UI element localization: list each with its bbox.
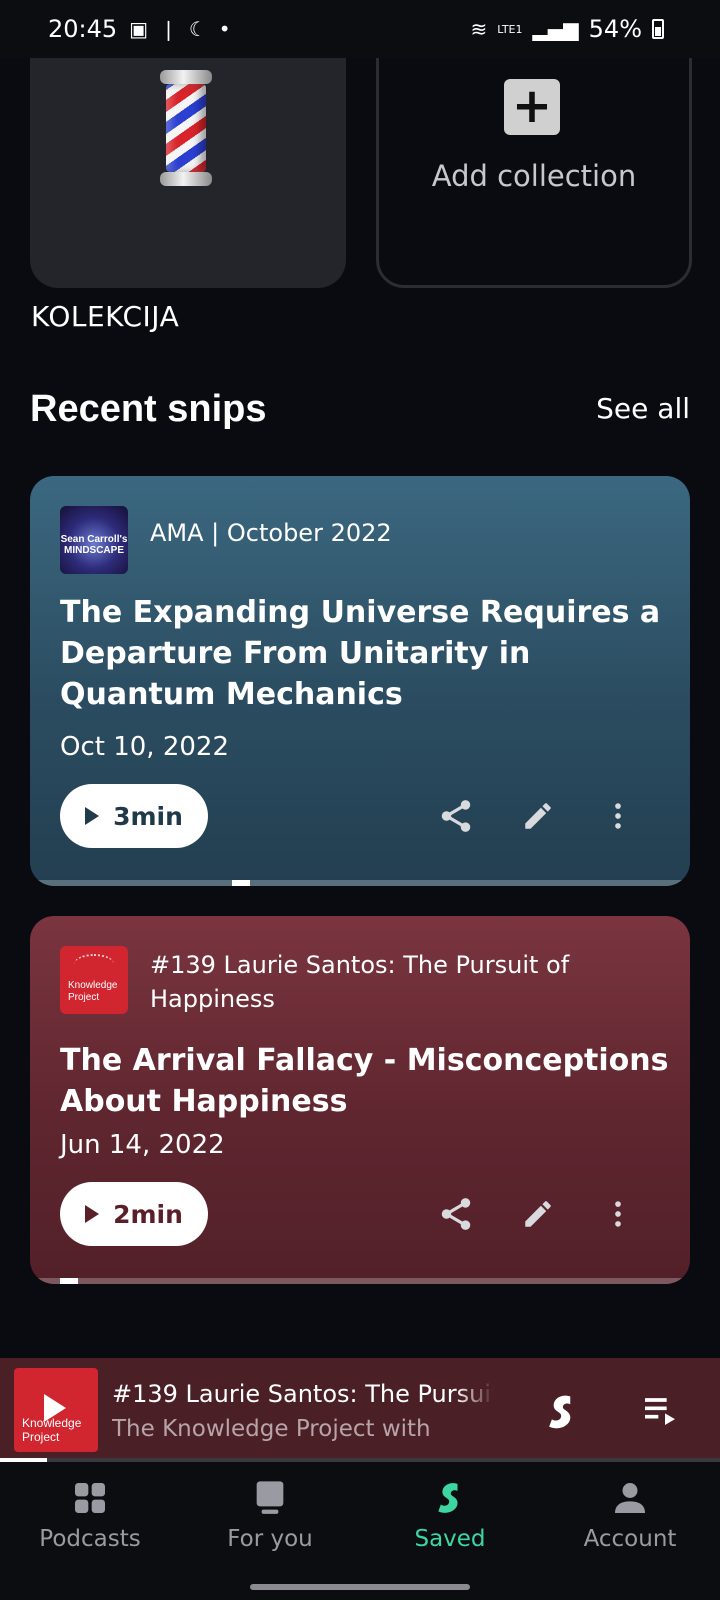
nav-podcasts[interactable]: Podcasts [0,1478,180,1552]
person-icon [615,1483,645,1513]
player-title: #139 Laurie Santos: The Pursuit of Happi… [112,1380,494,1408]
share-icon[interactable] [434,1192,478,1236]
podcast-thumbnail: Sean Carroll's MINDSCAPE [60,506,128,574]
edit-icon[interactable] [516,1192,560,1236]
more-icon[interactable] [596,794,640,838]
status-time: 20:45 [48,15,118,43]
battery-percent: 54% [588,15,642,43]
snipd-icon [438,1483,458,1513]
grid-icon [75,1483,105,1513]
nav-label: For you [227,1526,313,1552]
episode-title: #139 Laurie Santos: The Pursuit of Happi… [150,951,570,1013]
tv-icon [256,1481,284,1514]
bulb-icon: ❘ [160,17,177,41]
signal-icon: ▂▄▆ [532,17,579,41]
network-label: LTE1 [497,22,523,36]
episode-title: AMA | October 2022 [150,519,392,547]
snip-progress [30,1278,690,1284]
barber-pole-icon [158,70,214,186]
see-all-link[interactable]: See all [596,392,690,425]
more-icon[interactable] [596,1192,640,1236]
battery-icon [652,19,664,39]
player-subtitle: The Knowledge Project with [112,1416,431,1442]
wifi-icon: ≋ [470,17,488,41]
play-icon [44,1394,66,1422]
snip-icon[interactable] [540,1390,584,1434]
snip-duration: 2min [113,1199,183,1229]
snip-duration: 3min [113,801,183,831]
play-snip-button[interactable]: 3min [60,784,208,848]
podcast-thumbnail: Knowledge Project [60,946,128,1014]
edit-icon[interactable] [516,794,560,838]
snip-card[interactable]: Knowledge Project #139 Laurie Santos: Th… [30,916,690,1284]
dot-icon: • [218,17,231,41]
nav-label: Account [583,1526,677,1552]
player-thumbnail[interactable]: Knowledge Project [14,1368,98,1452]
play-icon [85,807,100,825]
add-collection-label: Add collection [431,159,637,193]
nav-label: Podcasts [39,1526,141,1552]
nav-account[interactable]: Account [540,1478,720,1552]
snip-title: The Expanding Universe Requires a Depart… [60,595,661,712]
mini-player[interactable]: Knowledge Project #139 Laurie Santos: Th… [0,1358,720,1462]
snip-date: Oct 10, 2022 [60,732,229,762]
snip-title: The Arrival Fallacy - Misconceptions Abo… [60,1043,669,1119]
moon-icon: ☾ [188,17,207,41]
bottom-navigation: Podcasts For you Saved Account [0,1462,720,1600]
nav-saved[interactable]: Saved [360,1478,540,1552]
status-bar: 20:45 ▣ ❘ ☾ • ≋ LTE1 ▂▄▆ 54% [0,0,720,58]
nav-for-you[interactable]: For you [180,1478,360,1552]
play-snip-button[interactable]: 2min [60,1182,208,1246]
gesture-bar[interactable] [250,1584,470,1590]
gallery-icon: ▣ [129,17,149,41]
queue-icon[interactable] [640,1390,680,1430]
snip-card[interactable]: Sean Carroll's MINDSCAPE AMA | October 2… [30,476,690,886]
nav-label: Saved [414,1526,486,1552]
collection-name: KOLEKCIJA [31,300,180,333]
plus-icon: + [504,79,560,135]
section-title: Recent snips [30,388,267,430]
play-icon [85,1205,100,1223]
snip-date: Jun 14, 2022 [60,1130,225,1160]
share-icon[interactable] [434,794,478,838]
snip-progress [30,880,690,886]
